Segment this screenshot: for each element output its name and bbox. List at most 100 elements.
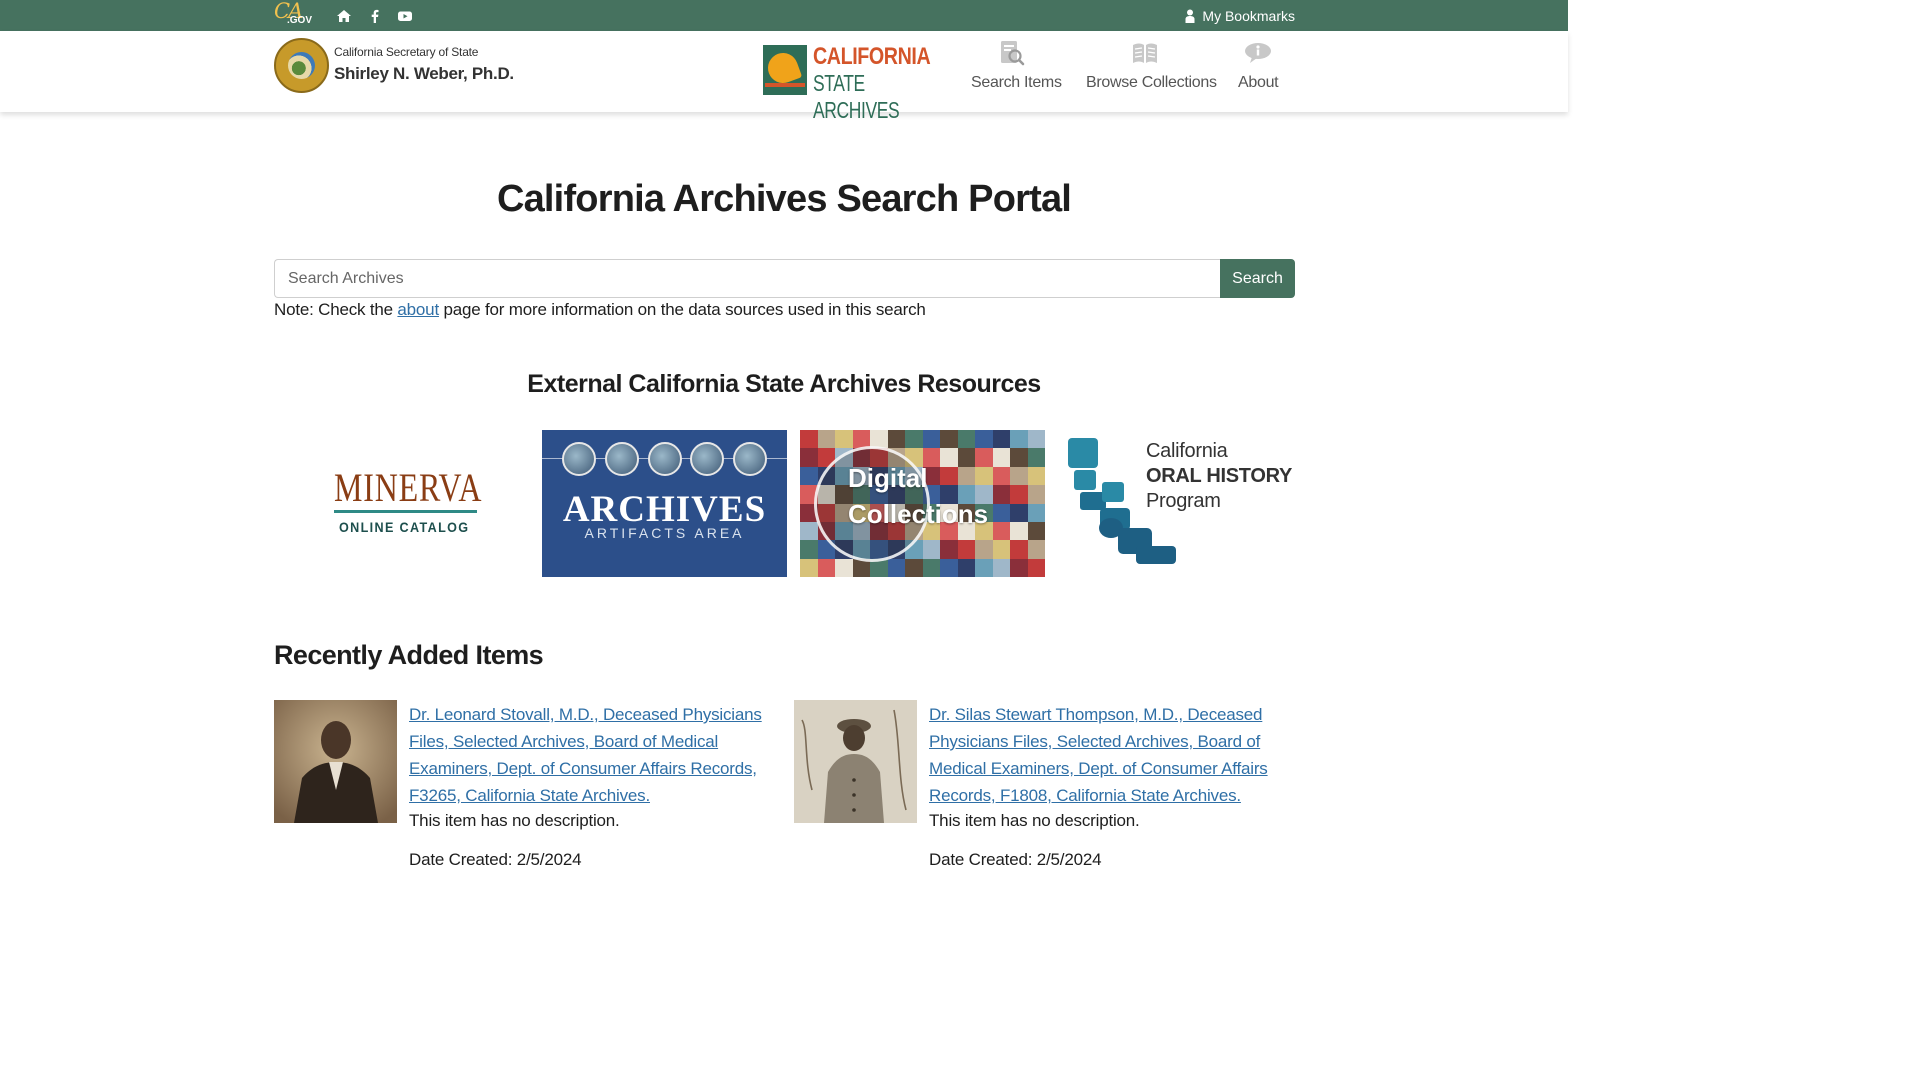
collage-cell — [922, 558, 940, 577]
archives-artifacts-tile[interactable]: ARCHIVES ARTIFACTS AREA — [542, 430, 787, 577]
recent-item-thumbnail[interactable] — [274, 700, 397, 823]
collage-cell — [800, 448, 818, 467]
collage-cell — [940, 540, 958, 559]
recent-item-thumbnail[interactable] — [794, 700, 917, 823]
artifact-image — [604, 442, 639, 476]
nav-browse-collections[interactable]: Browse Collections — [1086, 39, 1217, 103]
nav-browse-collections-label: Browse Collections — [1086, 74, 1217, 91]
recent-item-date: Date Created: 2/5/2024 — [929, 850, 1102, 869]
collage-cell — [940, 430, 958, 449]
collage-cell — [992, 503, 1010, 522]
search-note-suffix: page for more information on the data so… — [438, 300, 926, 319]
minerva-catalog-tile[interactable]: MINERVA ONLINE CATALOG — [283, 430, 528, 577]
minerva-title: MINERVA — [334, 465, 483, 510]
collage-cell — [922, 430, 940, 449]
collage-cell — [1027, 485, 1045, 504]
collage-cell — [887, 430, 905, 449]
collage-cell — [905, 430, 923, 449]
collage-cell — [817, 558, 835, 577]
collage-cell — [835, 558, 853, 577]
my-bookmarks-label: My Bookmarks — [1202, 8, 1295, 24]
recent-item-description: This item has no description. — [409, 811, 620, 830]
artifact-image — [733, 442, 767, 476]
recent-item-description: This item has no description. — [929, 811, 1140, 830]
collage-cell — [817, 430, 835, 449]
collage-cell — [1027, 503, 1045, 522]
collage-cell — [992, 521, 1010, 541]
collage-cell — [992, 558, 1010, 577]
collage-cell — [1010, 466, 1028, 486]
collage-cell — [957, 430, 975, 449]
collage-cell — [1010, 521, 1028, 541]
collage-cell — [1010, 503, 1028, 522]
collage-cell — [1010, 448, 1028, 467]
external-resources-title: External California State Archives Resou… — [527, 370, 1041, 398]
collage-cell — [975, 558, 993, 577]
collage-cell — [975, 430, 993, 449]
california-state-archives-logo[interactable]: CALIFORNIA STATE ARCHIVES — [763, 43, 931, 123]
collage-cell — [1010, 558, 1028, 577]
ca-gov-logo-gov: .GOV — [287, 15, 313, 26]
digital-collections-label: Digital Collections — [848, 460, 988, 532]
collage-cell — [940, 558, 958, 577]
collage-cell — [1010, 540, 1028, 559]
artifact-image — [562, 442, 596, 476]
page-title: California Archives Search Portal — [496, 178, 1072, 220]
collage-cell — [800, 430, 818, 449]
search-note: Note: Check the about page for more info… — [274, 300, 926, 320]
oral-history-line1: California — [1146, 440, 1228, 462]
utility-bar: CA .GOV My Bookmarks — [0, 0, 1568, 31]
search-button[interactable]: Search — [1220, 259, 1295, 298]
collage-cell — [922, 540, 940, 559]
home-icon[interactable] — [336, 8, 352, 24]
digital-collections-tile[interactable]: Digital Collections — [800, 430, 1045, 577]
open-book-icon — [1131, 39, 1159, 67]
archives-subtitle: ARTIFACTS AREA — [584, 525, 745, 541]
nav-search-items[interactable]: Search Items — [971, 39, 1062, 103]
sos-name: Shirley N. Weber, Ph.D. — [334, 64, 514, 83]
artifact-image — [647, 442, 682, 476]
oral-history-line2: ORAL HISTORY — [1146, 465, 1293, 487]
brand-line1: CALIFORNIA — [813, 43, 931, 70]
collage-cell — [992, 466, 1010, 486]
youtube-icon[interactable] — [397, 8, 413, 24]
collage-cell — [975, 540, 993, 559]
digital-line2: Collections — [848, 499, 989, 529]
search-input[interactable] — [274, 259, 1221, 298]
minerva-subtitle: ONLINE CATALOG — [339, 519, 470, 535]
recently-added-title: Recently Added Items — [274, 640, 544, 670]
oral-history-tile[interactable]: California ORAL HISTORY Program — [1062, 430, 1300, 577]
search-note-prefix: Note: Check the — [274, 300, 398, 319]
about-link[interactable]: about — [397, 300, 439, 319]
collage-cell — [957, 558, 975, 577]
collage-cell — [835, 430, 853, 449]
collage-cell — [1010, 485, 1028, 504]
nav-about-label: About — [1238, 74, 1279, 91]
nav-search-items-label: Search Items — [971, 74, 1062, 91]
collage-cell — [800, 558, 818, 577]
site-header: California Secretary of State Shirley N.… — [0, 31, 1568, 123]
collage-cell — [1010, 430, 1028, 449]
oral-history-line3: Program — [1146, 490, 1221, 512]
california-seal-logo[interactable] — [274, 38, 329, 93]
user-icon — [1185, 9, 1195, 23]
my-bookmarks-link[interactable]: My Bookmarks — [1184, 6, 1295, 26]
collage-cell — [905, 558, 923, 577]
collage-cell — [887, 558, 905, 577]
collage-cell — [992, 430, 1010, 449]
collage-cell — [992, 485, 1010, 504]
sos-title: California Secretary of State — [334, 45, 479, 59]
digital-line1: Digital — [848, 463, 928, 493]
collage-cell — [800, 540, 818, 559]
brand-line2: STATE ARCHIVES — [813, 70, 900, 123]
artifact-image — [690, 442, 725, 476]
nav-about[interactable]: About — [1238, 39, 1279, 103]
ca-gov-logo[interactable]: CA .GOV — [274, 0, 314, 29]
recent-item-title-link[interactable]: Dr. Leonard Stovall, M.D., Deceased Phys… — [409, 701, 774, 809]
collage-cell — [1027, 521, 1045, 541]
recent-item-title-link[interactable]: Dr. Silas Stewart Thompson, M.D., Deceas… — [929, 701, 1294, 809]
collage-cell — [1027, 430, 1045, 449]
collage-cell — [800, 466, 818, 486]
facebook-icon[interactable] — [367, 8, 383, 24]
collage-cell — [800, 521, 818, 541]
